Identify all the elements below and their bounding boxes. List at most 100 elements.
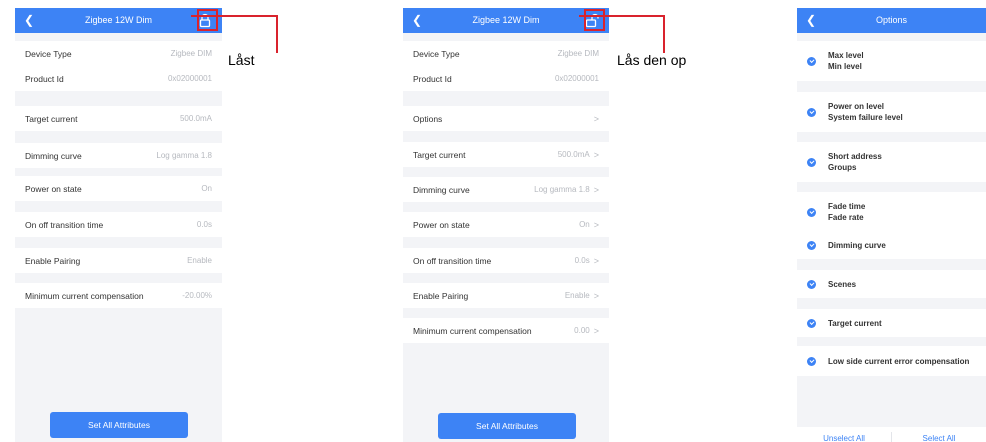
row-dimming-curve[interactable]: Dimming curve Log gamma 1.8 > [403, 177, 609, 202]
option-item[interactable]: Power on level System failure level [797, 92, 986, 132]
row-enable-pairing[interactable]: Enable Pairing Enable > [403, 283, 609, 308]
row-value: 0.00 [574, 326, 590, 335]
annotation-line [191, 15, 278, 17]
row-label: Product Id [413, 73, 452, 84]
row-value: Zigbee DIM [170, 49, 212, 58]
lock-highlight-box [197, 9, 218, 31]
set-all-attributes-button[interactable]: Set All Attributes [50, 412, 188, 438]
option-label: Dimming curve [828, 240, 886, 250]
annotation-locked: Låst [228, 52, 255, 68]
row-label: On off transition time [413, 255, 492, 266]
option-label: Fade rate [828, 213, 864, 222]
row-power-on-state[interactable]: Power on state On > [403, 212, 609, 237]
row-value: -20.00% [182, 291, 212, 300]
option-item[interactable]: Low side current error compensation [797, 346, 986, 376]
row-value: 500.0mA [557, 150, 590, 159]
chevron-right-icon: > [593, 219, 599, 230]
option-label: Low side current error compensation [828, 356, 970, 366]
row-label: Minimum current compensation [413, 325, 532, 336]
check-circle-icon[interactable] [807, 56, 816, 66]
chevron-right-icon: > [593, 184, 599, 195]
row-enable-pairing: Enable Pairing Enable [15, 248, 222, 273]
chevron-right-icon: > [593, 149, 599, 160]
row-device-type: Device Type Zigbee DIM [403, 41, 609, 66]
row-target-current[interactable]: Target current 500.0mA > [403, 142, 609, 167]
chevron-right-icon: > [593, 290, 599, 301]
row-product-id: Product Id 0x02000001 [15, 66, 222, 91]
row-power-on-state: Power on state On [15, 176, 222, 201]
check-circle-icon[interactable] [807, 207, 816, 217]
annotation-line [276, 15, 278, 53]
annotation-line [663, 15, 665, 53]
option-label: System failure level [828, 113, 903, 122]
check-circle-icon[interactable] [807, 356, 816, 366]
row-dimming-curve: Dimming curve Log gamma 1.8 [15, 143, 222, 168]
row-label: Options [413, 113, 443, 124]
option-label: Fade time [828, 202, 866, 211]
option-label: Power on level [828, 102, 885, 111]
option-item[interactable]: Short address Groups [797, 142, 986, 182]
option-label: Short address [828, 152, 882, 161]
unselect-all-button[interactable]: Unselect All [797, 434, 891, 442]
row-value: 0x02000001 [554, 74, 599, 83]
row-min-current-comp[interactable]: Minimum current compensation 0.00 > [403, 318, 609, 343]
row-value: Log gamma 1.8 [156, 151, 212, 160]
row-value: 0x02000001 [167, 74, 212, 83]
option-item[interactable]: Fade time Fade rate [797, 192, 986, 232]
unlocked-device-screen: ❮ Zigbee 12W Dim Device Type Zigbee DIM P… [403, 8, 609, 442]
chevron-right-icon: > [593, 255, 599, 266]
option-label: Max level [828, 51, 864, 60]
header-bar: ❮ Zigbee 12W Dim [15, 8, 222, 33]
row-target-current: Target current 500.0mA [15, 106, 222, 131]
row-label: Minimum current compensation [25, 290, 144, 301]
option-item[interactable]: Max level Min level [797, 41, 986, 81]
row-label: Dimming curve [25, 150, 82, 161]
locked-device-screen: ❮ Zigbee 12W Dim Device Type Zigbee DIM P… [15, 8, 222, 442]
row-on-off-transition: On off transition time 0.0s [15, 212, 222, 237]
row-label: Device Type [25, 48, 72, 59]
row-label: Power on state [413, 219, 470, 230]
row-label: Dimming curve [413, 184, 470, 195]
row-label: Enable Pairing [413, 290, 469, 301]
header-bar: ❮ Options [797, 8, 986, 33]
check-circle-icon[interactable] [807, 157, 816, 167]
row-value: Enable [187, 256, 212, 265]
row-value: Log gamma 1.8 [534, 185, 590, 194]
row-on-off-transition[interactable]: On off transition time 0.0s > [403, 248, 609, 273]
check-circle-icon[interactable] [807, 240, 816, 250]
check-circle-icon[interactable] [807, 318, 816, 328]
row-label: Target current [25, 113, 78, 124]
page-title: Options [875, 15, 908, 25]
row-value: 500.0mA [179, 114, 212, 123]
row-options[interactable]: Options > [403, 106, 609, 131]
set-all-attributes-button[interactable]: Set All Attributes [438, 413, 576, 439]
select-all-button[interactable]: Select All [892, 434, 986, 442]
annotation-unlocked: Lås den op [617, 52, 687, 68]
options-screen: ❮ Options Max level Min level Power on le… [797, 8, 986, 442]
option-item[interactable]: Scenes [797, 270, 986, 298]
row-device-type: Device Type Zigbee DIM [15, 41, 222, 66]
chevron-right-icon: > [593, 325, 599, 336]
option-label: Target current [828, 318, 882, 328]
option-item[interactable]: Target current [797, 309, 986, 337]
row-value: 0.0s [574, 256, 590, 265]
option-item[interactable]: Dimming curve [797, 231, 986, 259]
row-value: Zigbee DIM [557, 49, 599, 58]
row-value: On [201, 184, 212, 193]
row-label: Enable Pairing [25, 255, 81, 266]
row-value: 0.0s [196, 220, 212, 229]
option-label: Groups [828, 163, 857, 172]
lock-highlight-box [584, 9, 605, 31]
row-label: Target current [413, 149, 466, 160]
annotation-line [579, 15, 665, 17]
row-label: Power on state [25, 183, 82, 194]
check-circle-icon[interactable] [807, 279, 816, 289]
row-label: Device Type [413, 48, 460, 59]
option-label: Scenes [828, 279, 857, 289]
row-value: On [579, 220, 590, 229]
row-product-id: Product Id 0x02000001 [403, 66, 609, 91]
check-circle-icon[interactable] [807, 107, 816, 117]
chevron-right-icon: > [593, 113, 599, 124]
options-footer: Unselect All Select All [797, 427, 986, 442]
row-label: On off transition time [25, 219, 104, 230]
